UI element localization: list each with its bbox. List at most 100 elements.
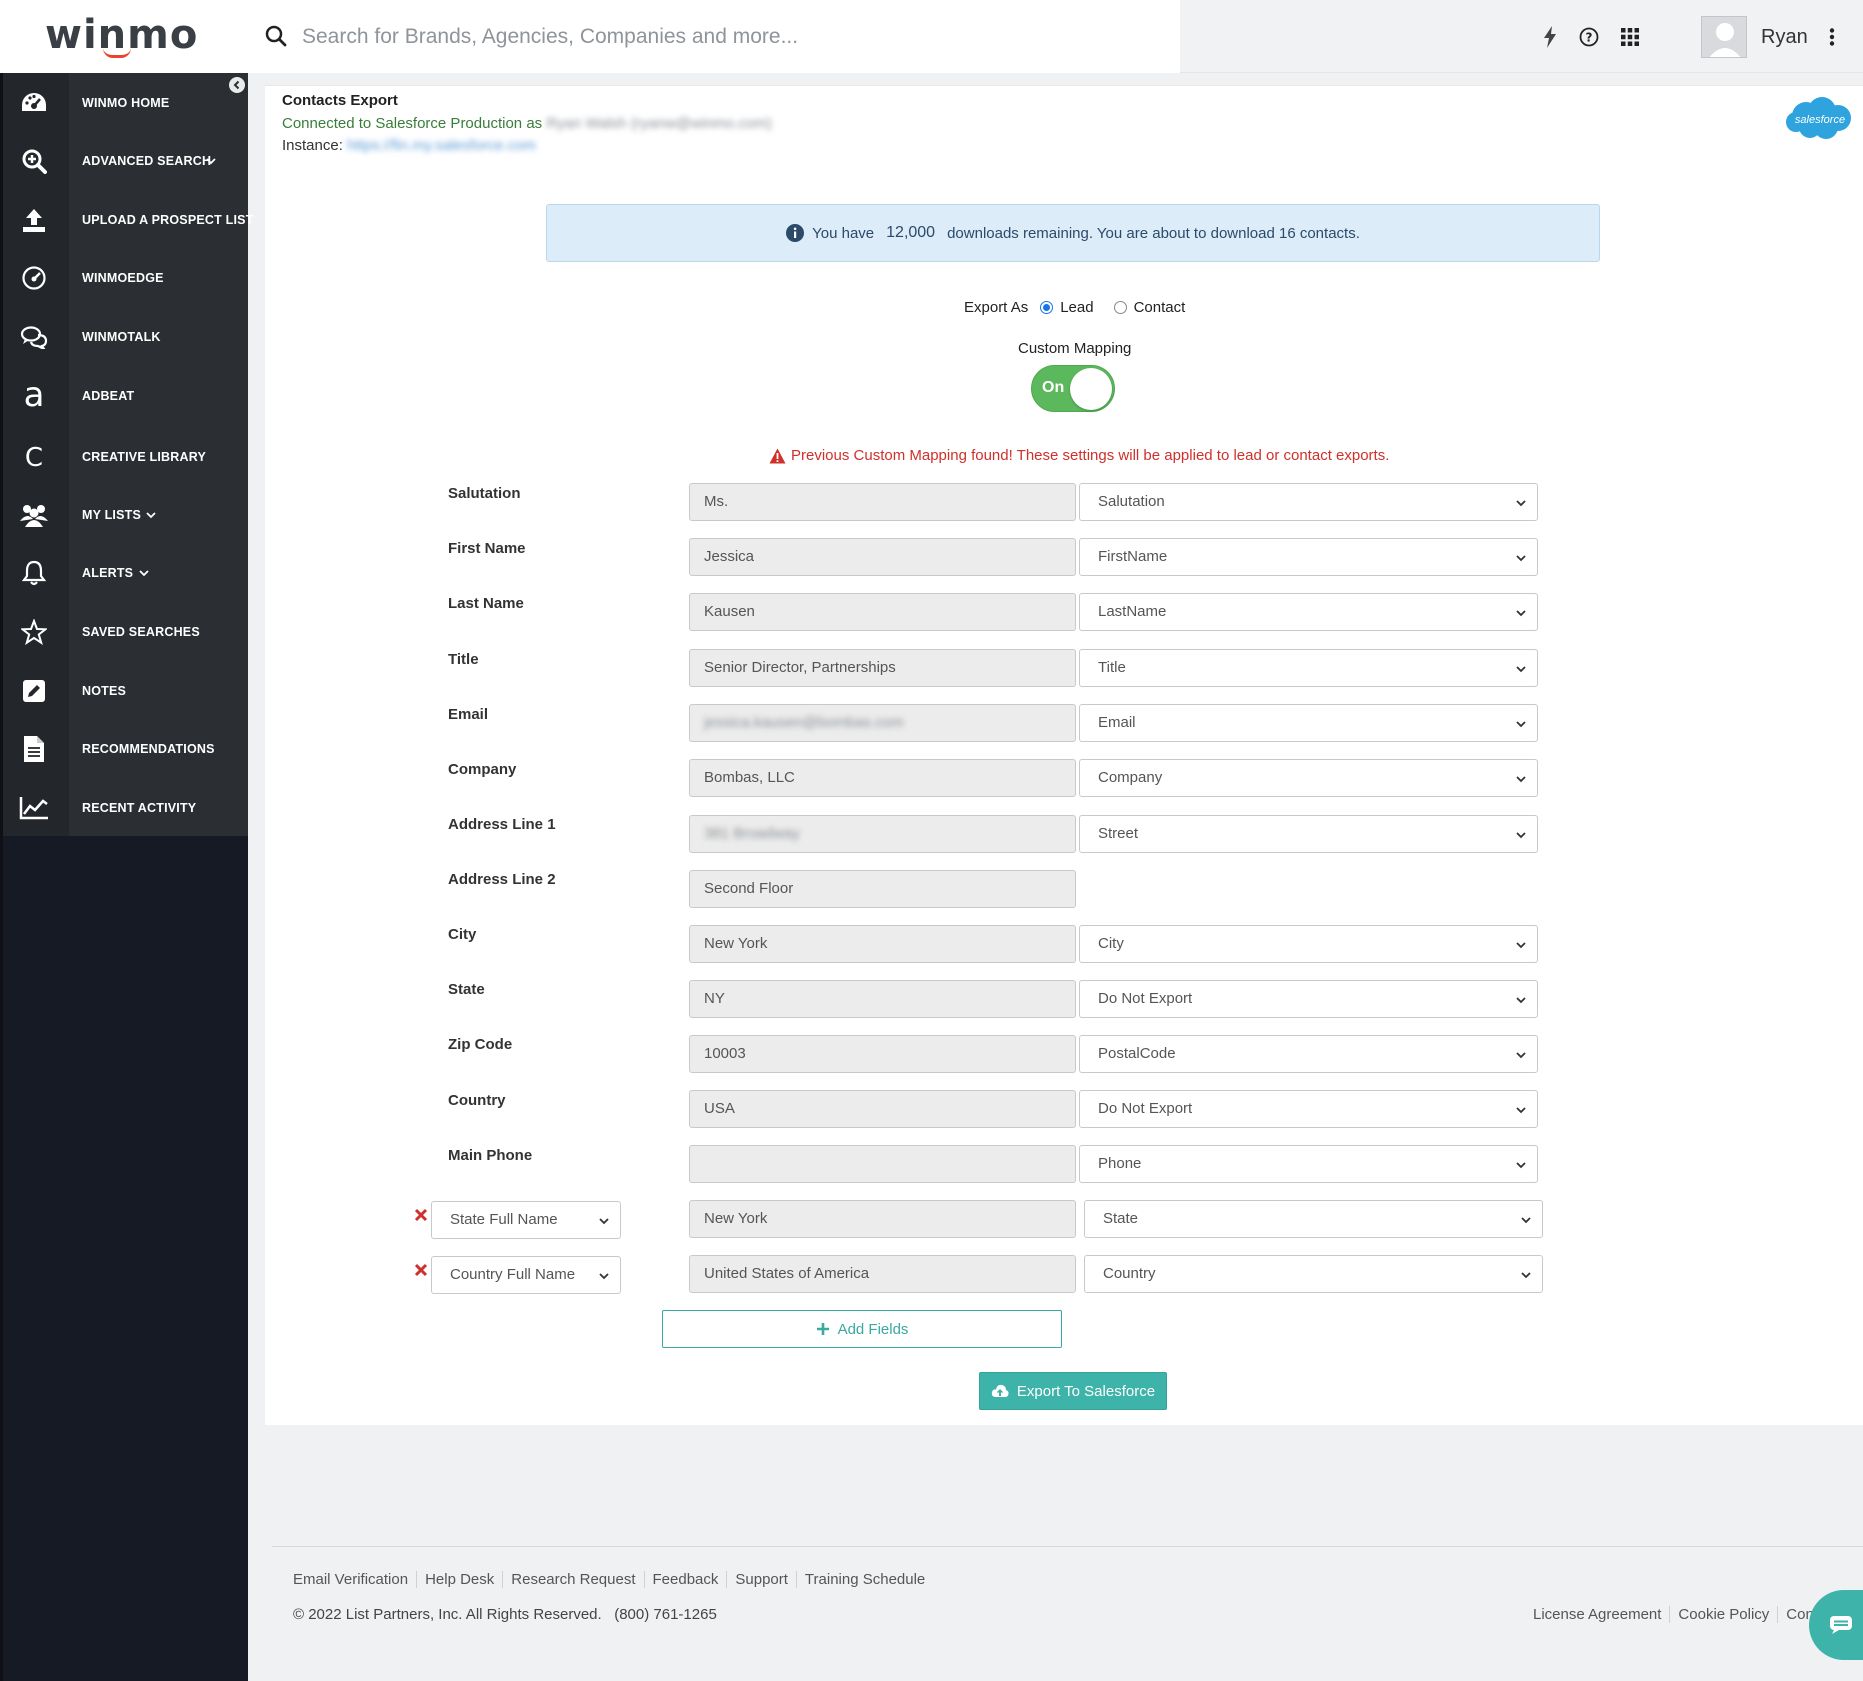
value-title: Senior Director, Partnerships bbox=[689, 649, 1076, 687]
custom-field-name: State Full Name bbox=[450, 1211, 558, 1228]
target-select-first-name[interactable]: FirstName bbox=[1079, 538, 1538, 576]
logo-area[interactable]: winmo bbox=[0, 0, 248, 73]
value-company: Bombas, LLC bbox=[689, 759, 1076, 797]
target-select-state[interactable]: Do Not Export bbox=[1079, 980, 1538, 1018]
chevron-down-icon bbox=[1516, 832, 1526, 839]
footer-link-license-agreement[interactable]: License Agreement bbox=[1533, 1606, 1669, 1623]
footer-link-research-request[interactable]: Research Request bbox=[502, 1571, 643, 1588]
selected-target: FirstName bbox=[1098, 548, 1168, 565]
help-icon[interactable]: ? bbox=[1578, 26, 1600, 48]
sidebar-item-label: CREATIVE LIBRARY bbox=[82, 450, 207, 464]
pencil-square-icon bbox=[18, 675, 50, 707]
avatar[interactable] bbox=[1701, 16, 1747, 58]
target-select-title[interactable]: Title bbox=[1079, 649, 1538, 687]
target-select-company[interactable]: Company bbox=[1079, 759, 1538, 797]
user-name[interactable]: Ryan bbox=[1761, 26, 1808, 49]
target-select-city[interactable]: City bbox=[1079, 925, 1538, 963]
value-country: USA bbox=[689, 1090, 1076, 1128]
footer-link-training-schedule[interactable]: Training Schedule bbox=[795, 1571, 933, 1588]
value-email-text: jessica.kausen@bombas.com bbox=[704, 714, 904, 731]
export-as-group: Export As Lead Contact bbox=[964, 299, 1185, 316]
field-label-main-phone: Main Phone bbox=[448, 1147, 533, 1164]
target-select-salutation[interactable]: Salutation bbox=[1079, 483, 1538, 521]
sidebar-item-winmoedge[interactable]: WINMOEDGE bbox=[0, 249, 248, 307]
sidebar-item-saved-searches[interactable]: SAVED SEARCHES bbox=[0, 603, 248, 661]
custom-mapping-toggle[interactable]: On bbox=[1031, 365, 1115, 412]
salesforce-logo-text: salesforce bbox=[1795, 114, 1845, 126]
export-to-salesforce-button[interactable]: Export To Salesforce bbox=[979, 1372, 1167, 1410]
footer-phone: (800) 761-1265 bbox=[614, 1606, 717, 1623]
apps-grid-icon[interactable] bbox=[1619, 26, 1641, 48]
sidebar-item-recommendations[interactable]: RECOMMENDATIONS bbox=[0, 720, 248, 778]
sidebar-item-label: WINMOEDGE bbox=[82, 271, 164, 285]
sidebar-item-my-lists[interactable]: MY LISTS bbox=[0, 486, 248, 544]
sidebar-item-recent-activity[interactable]: RECENT ACTIVITY bbox=[0, 779, 248, 837]
search-bar bbox=[248, 0, 1180, 73]
sidebar-item-winmotalk[interactable]: WINMOTALK bbox=[0, 308, 248, 366]
footer-link-help-desk[interactable]: Help Desk bbox=[416, 1571, 502, 1588]
star-icon bbox=[18, 616, 50, 648]
sidebar-item-label: ADVANCED SEARCH bbox=[82, 154, 212, 168]
selected-target: Email bbox=[1098, 714, 1136, 731]
target-select-state-full-name[interactable]: State bbox=[1084, 1200, 1543, 1238]
toggle-knob[interactable] bbox=[1070, 368, 1112, 410]
target-select-address-line-1[interactable]: Street bbox=[1079, 815, 1538, 853]
target-select-country[interactable]: Do Not Export bbox=[1079, 1090, 1538, 1128]
footer-link-feedback[interactable]: Feedback bbox=[643, 1571, 727, 1588]
instance-url[interactable]: https://fin.my.salesforce.com bbox=[347, 137, 536, 154]
remove-field-icon[interactable] bbox=[414, 1208, 428, 1222]
value-address-line-1: 381 Broadway bbox=[689, 815, 1076, 853]
selected-target: City bbox=[1098, 935, 1124, 952]
custom-field-select-state-full-name[interactable]: State Full Name bbox=[431, 1201, 621, 1239]
more-vertical-icon[interactable] bbox=[1821, 26, 1843, 48]
target-select-email[interactable]: Email bbox=[1079, 704, 1538, 742]
footer-link-email-verification[interactable]: Email Verification bbox=[293, 1571, 416, 1588]
sidebar-item-winmo-home[interactable]: WINMO HOME bbox=[0, 74, 248, 132]
chevron-down-icon bbox=[1516, 721, 1526, 728]
lead-label[interactable]: Lead bbox=[1060, 299, 1093, 316]
target-select-main-phone[interactable]: Phone bbox=[1079, 1145, 1538, 1183]
footer-legal-links: License Agreement Cookie Policy Cont bbox=[1533, 1606, 1826, 1623]
chevron-down-icon[interactable] bbox=[205, 155, 217, 167]
chevron-down-icon[interactable] bbox=[138, 567, 150, 579]
footer-link-support[interactable]: Support bbox=[726, 1571, 796, 1588]
sidebar-item-notes[interactable]: NOTES bbox=[0, 662, 248, 720]
chat-widget-button[interactable] bbox=[1809, 1590, 1863, 1660]
sidebar-item-adbeat[interactable]: a ADBEAT bbox=[0, 367, 248, 425]
remove-field-icon[interactable] bbox=[414, 1263, 428, 1277]
svg-text:a: a bbox=[24, 381, 45, 411]
target-select-country-full-name[interactable]: Country bbox=[1084, 1255, 1543, 1293]
custom-field-name: Country Full Name bbox=[450, 1266, 576, 1283]
sidebar-item-creative-library[interactable]: C CREATIVE LIBRARY bbox=[0, 428, 248, 486]
export-as-label: Export As bbox=[964, 299, 1029, 316]
chevron-down-icon bbox=[1521, 1217, 1531, 1224]
top-header: winmo ? Ryan bbox=[0, 0, 1863, 73]
add-fields-button[interactable]: Add Fields bbox=[662, 1310, 1062, 1348]
chevron-down-icon[interactable] bbox=[145, 509, 157, 521]
footer-divider bbox=[272, 1546, 1863, 1547]
value-zip-code: 10003 bbox=[689, 1035, 1076, 1073]
value-state-full-name: New York bbox=[689, 1200, 1076, 1238]
search-input[interactable] bbox=[302, 18, 1162, 56]
field-label-last-name: Last Name bbox=[448, 595, 524, 612]
sidebar-item-alerts[interactable]: ALERTS bbox=[0, 544, 248, 602]
lead-radio[interactable] bbox=[1040, 301, 1054, 314]
target-select-last-name[interactable]: LastName bbox=[1079, 593, 1538, 631]
selected-target: PostalCode bbox=[1098, 1045, 1176, 1062]
footer-link-cookie-policy[interactable]: Cookie Policy bbox=[1669, 1606, 1777, 1623]
chevron-down-icon bbox=[1516, 1107, 1526, 1114]
contact-label[interactable]: Contact bbox=[1134, 299, 1186, 316]
creative-c-icon: C bbox=[18, 441, 50, 473]
value-main-phone bbox=[689, 1145, 1076, 1183]
bell-icon bbox=[18, 557, 50, 589]
target-select-zip-code[interactable]: PostalCode bbox=[1079, 1035, 1538, 1073]
custom-field-select-country-full-name[interactable]: Country Full Name bbox=[431, 1256, 621, 1294]
export-button-label: Export To Salesforce bbox=[1016, 1382, 1156, 1400]
sidebar-item-upload-prospect-list[interactable]: UPLOAD A PROSPECT LIST bbox=[0, 191, 253, 249]
lightning-icon[interactable] bbox=[1539, 26, 1561, 48]
chevron-down-icon bbox=[599, 1218, 609, 1225]
contact-radio[interactable] bbox=[1113, 301, 1127, 314]
sidebar-item-advanced-search[interactable]: ADVANCED SEARCH bbox=[0, 132, 248, 190]
sidebar-item-label: ALERTS bbox=[82, 566, 134, 580]
footer-links: Email Verification Help Desk Research Re… bbox=[293, 1571, 933, 1588]
